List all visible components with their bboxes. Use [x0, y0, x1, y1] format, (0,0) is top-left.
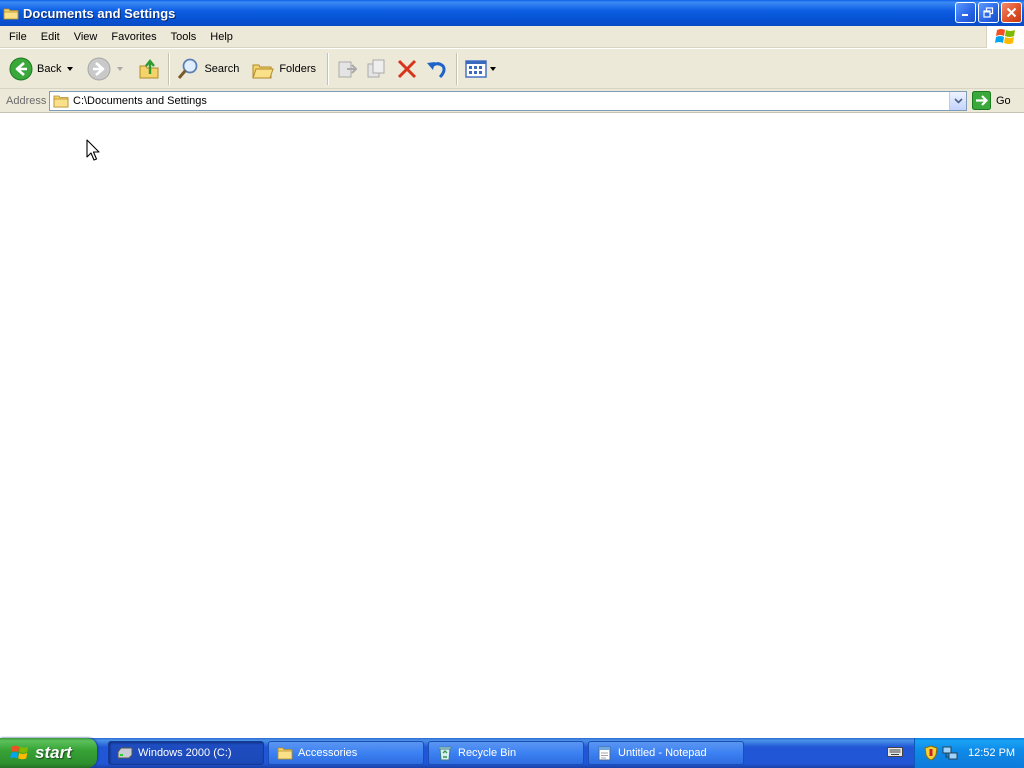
- minimize-button[interactable]: [955, 2, 976, 23]
- go-label: Go: [996, 94, 1011, 107]
- address-label: Address: [6, 94, 47, 107]
- restore-button[interactable]: [978, 2, 999, 23]
- folder-view[interactable]: [0, 114, 1024, 739]
- back-button[interactable]: Back: [6, 52, 76, 86]
- back-arrow-icon: [9, 57, 33, 80]
- windows-flag-icon: [10, 745, 29, 760]
- folder-up-icon: [139, 58, 159, 78]
- menu-bar: File Edit View Favorites Tools Help: [0, 26, 1024, 48]
- start-button[interactable]: start: [0, 738, 97, 768]
- views-button[interactable]: [461, 52, 499, 86]
- copy-to-button[interactable]: [362, 52, 392, 86]
- address-dropdown-button[interactable]: [949, 92, 966, 110]
- delete-x-icon: [397, 59, 417, 78]
- forward-dropdown-icon[interactable]: [117, 66, 124, 71]
- undo-icon: [427, 61, 446, 78]
- mouse-pointer-icon: [86, 139, 100, 161]
- task-untitled-notepad[interactable]: Untitled - Notepad: [588, 741, 744, 765]
- toolbar-separator: [327, 52, 329, 85]
- menu-view[interactable]: View: [67, 26, 105, 48]
- menu-help[interactable]: Help: [203, 26, 240, 48]
- keyboard-icon[interactable]: [887, 746, 903, 758]
- copy-to-icon: [367, 59, 385, 77]
- taskbar: start Windows 2000 (C:) Accessories Recy…: [0, 738, 1024, 768]
- task-windows-2000-c[interactable]: Windows 2000 (C:): [108, 741, 264, 765]
- folders-icon: [252, 64, 275, 78]
- back-label: Back: [37, 62, 62, 75]
- network-icon[interactable]: [942, 745, 958, 761]
- folder-icon: [53, 95, 69, 108]
- close-button[interactable]: [1001, 2, 1022, 23]
- search-button[interactable]: Search: [173, 52, 242, 86]
- back-dropdown-icon[interactable]: [67, 66, 74, 71]
- search-label: Search: [204, 62, 240, 75]
- views-dropdown-icon[interactable]: [490, 66, 497, 71]
- task-label: Untitled - Notepad: [618, 747, 707, 759]
- menu-file[interactable]: File: [0, 26, 34, 48]
- minimize-icon: [962, 14, 968, 16]
- windows-flag-icon: [994, 29, 1015, 44]
- task-recycle-bin[interactable]: Recycle Bin: [428, 741, 584, 765]
- windows-logo: [986, 26, 1024, 48]
- delete-button[interactable]: [392, 52, 422, 86]
- go-button[interactable]: Go: [972, 91, 1011, 110]
- standard-toolbar: Back Search Folders: [0, 49, 1024, 89]
- views-icon: [465, 59, 487, 78]
- menu-tools[interactable]: Tools: [164, 26, 204, 48]
- restore-icon: [983, 7, 994, 18]
- move-to-icon: [338, 61, 358, 77]
- address-value: C:\Documents and Settings: [73, 95, 207, 107]
- toolbar-separator: [168, 52, 170, 85]
- task-label: Windows 2000 (C:): [138, 747, 232, 759]
- folders-label: Folders: [279, 62, 317, 75]
- go-arrow-icon: [972, 91, 991, 110]
- folder-icon: [277, 747, 293, 760]
- notepad-icon: [598, 746, 611, 761]
- chevron-down-icon: [953, 98, 963, 104]
- clock[interactable]: 12:52 PM: [968, 747, 1015, 759]
- task-accessories[interactable]: Accessories: [268, 741, 424, 765]
- folders-button[interactable]: Folders: [248, 52, 319, 86]
- folder-icon: [3, 8, 19, 20]
- move-to-button[interactable]: [332, 52, 362, 86]
- address-bar: Address C:\Documents and Settings Go: [0, 89, 1024, 113]
- undo-button[interactable]: [422, 52, 452, 86]
- address-input[interactable]: C:\Documents and Settings: [49, 91, 967, 111]
- security-shield-icon[interactable]: [924, 745, 938, 761]
- recycle-bin-icon: [438, 746, 452, 761]
- drive-icon: [117, 747, 133, 759]
- forward-arrow-icon: [87, 57, 111, 80]
- system-tray: 12:52 PM: [914, 738, 1024, 768]
- up-button[interactable]: [134, 52, 164, 86]
- search-icon: [178, 58, 198, 79]
- title-bar[interactable]: Documents and Settings: [0, 0, 1024, 26]
- start-label: start: [35, 743, 72, 762]
- menu-edit[interactable]: Edit: [34, 26, 67, 48]
- forward-button[interactable]: [84, 52, 126, 86]
- task-label: Recycle Bin: [458, 747, 517, 759]
- task-label: Accessories: [298, 747, 358, 759]
- toolbar-separator: [456, 52, 458, 85]
- window-title: Documents and Settings: [23, 5, 176, 21]
- close-icon: [1006, 7, 1017, 18]
- menu-favorites[interactable]: Favorites: [104, 26, 163, 48]
